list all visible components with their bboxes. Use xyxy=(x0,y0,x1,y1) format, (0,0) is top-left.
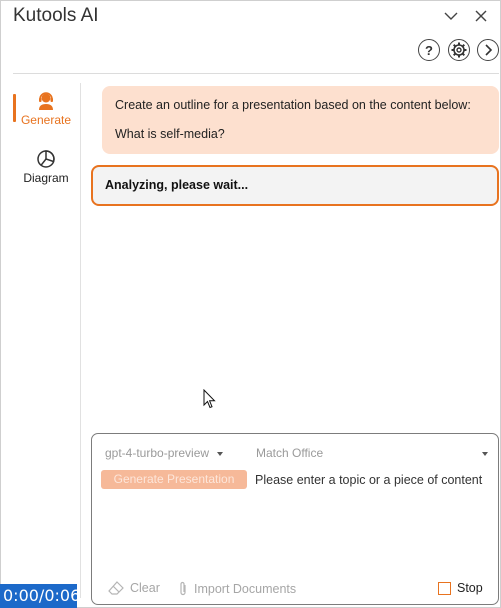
title-bar: Kutools AI xyxy=(1,1,500,33)
collapse-panel-button[interactable] xyxy=(477,39,499,61)
eraser-icon xyxy=(108,581,124,595)
import-label: Import Documents xyxy=(194,582,297,596)
kutools-ai-pane: Kutools AI ? Generate Diagram Create an … xyxy=(0,0,501,608)
import-documents-button[interactable]: Import Documents xyxy=(178,581,296,597)
question-icon: ? xyxy=(425,42,433,58)
header-divider xyxy=(13,73,499,74)
chevron-down-icon xyxy=(217,451,224,456)
chevron-down-icon[interactable] xyxy=(441,7,461,25)
template-dropdown[interactable]: Match Office xyxy=(256,446,488,460)
close-icon[interactable] xyxy=(471,7,491,25)
stop-toggle[interactable]: Stop xyxy=(438,581,483,595)
help-button[interactable]: ? xyxy=(418,39,440,61)
user-message: Create an outline for a presentation bas… xyxy=(102,86,499,154)
stop-checkbox[interactable] xyxy=(438,581,451,595)
ai-response-message: Analyzing, please wait... xyxy=(91,165,499,206)
sidebar-item-label: Diagram xyxy=(23,171,69,185)
prompt-composer: gpt-4-turbo-preview Match Office Please … xyxy=(91,433,499,605)
settings-button[interactable] xyxy=(448,39,470,61)
model-dropdown-value: gpt-4-turbo-preview xyxy=(105,446,210,460)
template-dropdown-value: Match Office xyxy=(256,446,324,460)
pie-chart-icon xyxy=(37,150,55,168)
clear-button[interactable]: Clear xyxy=(108,581,160,595)
user-message-line: Create an outline for a presentation bas… xyxy=(115,98,471,112)
chevron-down-icon xyxy=(482,452,488,456)
support-agent-icon xyxy=(39,92,53,110)
paperclip-icon xyxy=(180,581,186,596)
user-message-line: What is self-media? xyxy=(115,127,225,141)
sidebar-divider xyxy=(80,83,81,598)
model-dropdown[interactable]: gpt-4-turbo-preview xyxy=(105,446,224,460)
mouse-cursor-icon xyxy=(203,389,216,409)
chevron-right-icon xyxy=(485,44,493,56)
gear-icon xyxy=(451,42,467,58)
sidebar-item-generate[interactable]: Generate xyxy=(13,91,79,131)
sidebar-item-label: Generate xyxy=(20,113,72,127)
clear-label: Clear xyxy=(130,581,160,595)
sidebar-item-diagram[interactable]: Diagram xyxy=(13,149,79,189)
stop-label: Stop xyxy=(457,581,483,595)
app-title: Kutools AI xyxy=(13,5,99,26)
video-timer: 0:00/0:06 xyxy=(0,584,80,608)
generate-presentation-button[interactable]: Generate Presentation xyxy=(101,470,247,489)
